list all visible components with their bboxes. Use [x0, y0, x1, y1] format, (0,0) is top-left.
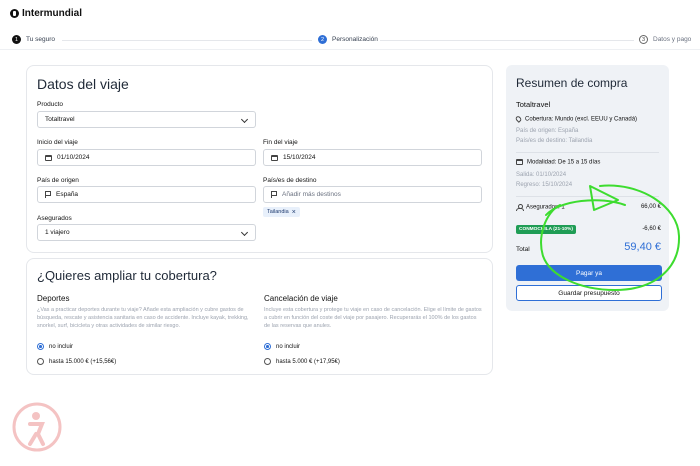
- modality-text: Modalidad: De 15 a 15 días: [527, 159, 601, 166]
- calendar-icon: [271, 154, 278, 161]
- radio-label: no incluir: [276, 343, 301, 350]
- cancellation-option-5000[interactable]: hasta 5.000 € (+17,95€): [264, 358, 340, 365]
- calendar-icon: [45, 154, 52, 161]
- summary-departure: Salida: 01/10/2024: [516, 172, 567, 178]
- flag-icon: [45, 191, 51, 198]
- trip-data-card: Datos del viaje Producto Totaltravel Ini…: [26, 65, 493, 253]
- discount-amount: -6,60 €: [642, 226, 661, 232]
- start-date-value: 01/10/2024: [57, 154, 90, 161]
- insured-text: Asegurados: 1: [526, 204, 565, 211]
- coverage-card: ¿Quieres ampliar tu cobertura? Deportes …: [26, 258, 493, 375]
- trip-title: Datos del viaje: [37, 76, 129, 92]
- destination-placeholder: Añadir más destinos: [282, 191, 341, 198]
- step-number: 1: [12, 35, 21, 44]
- radio-icon[interactable]: [37, 358, 44, 365]
- product-label: Producto: [37, 101, 64, 108]
- end-date-value: 15/10/2024: [283, 154, 316, 161]
- total-value: 59,40 €: [624, 241, 661, 253]
- summary-insured: Asegurados: 1: [516, 204, 565, 211]
- end-date-label: Fin del viaje: [263, 139, 298, 146]
- product-select[interactable]: Totaltravel: [37, 111, 256, 128]
- location-pin-icon: [514, 115, 523, 123]
- brand-logo[interactable]: Intermundial: [10, 8, 82, 19]
- end-date-field[interactable]: 15/10/2024: [263, 149, 482, 166]
- close-icon[interactable]: ×: [292, 209, 296, 216]
- pay-now-button[interactable]: Pagar ya: [516, 265, 662, 281]
- insured-select[interactable]: 1 viajero: [37, 224, 256, 241]
- radio-label: hasta 15.000 € (+15,56€): [49, 358, 117, 365]
- step-tu-seguro[interactable]: 1 Tu seguro: [12, 35, 55, 44]
- coverage-text: Cobertura: Mundo (excl. EEUU y Canadá): [525, 116, 638, 123]
- summary-coverage: Cobertura: Mundo (excl. EEUU y Canadá): [514, 115, 638, 123]
- step-label: Tu seguro: [26, 36, 56, 43]
- destination-input[interactable]: Añadir más destinos: [263, 186, 482, 203]
- cancellation-description: Incluye esta cobertura y protege tu viaj…: [264, 307, 482, 329]
- sports-title: Deportes: [37, 294, 70, 303]
- calendar-icon: [516, 159, 523, 165]
- cancellation-option-none[interactable]: no incluir: [264, 343, 300, 350]
- sports-option-15000[interactable]: hasta 15.000 € (+15,56€): [37, 358, 116, 365]
- purchase-summary: Resumen de compra Totaltravel Cobertura:…: [506, 65, 669, 311]
- brand-name: Intermundial: [22, 8, 83, 19]
- step-label: Datos y pago: [653, 36, 692, 43]
- step-personalizacion[interactable]: 2 Personalización: [318, 35, 378, 44]
- step-number: 3: [639, 35, 648, 44]
- cancellation-title: Cancelación de viaje: [264, 294, 338, 303]
- origin-field[interactable]: España: [37, 186, 256, 203]
- chip-label: Tailandia: [267, 209, 289, 215]
- step-number: 2: [318, 35, 327, 44]
- product-value: Totaltravel: [45, 116, 75, 123]
- save-quote-button[interactable]: Guardar presupuesto: [516, 285, 662, 301]
- logo-icon: [10, 9, 19, 18]
- summary-modality: Modalidad: De 15 a 15 días: [516, 159, 600, 166]
- chevron-down-icon: [240, 228, 249, 237]
- radio-label: no incluir: [49, 343, 74, 350]
- summary-product: Totaltravel: [516, 100, 551, 109]
- insured-price: 66,00 €: [640, 204, 661, 210]
- person-icon: [516, 204, 524, 211]
- insured-label: Asegurados: [37, 215, 72, 222]
- chevron-down-icon: [240, 115, 249, 124]
- insured-value: 1 viajero: [45, 229, 70, 236]
- sports-option-none[interactable]: no incluir: [37, 343, 73, 350]
- promo-code-badge: CONMOCHILA (21-10%): [516, 225, 576, 234]
- checkout-stepper: 1 Tu seguro 2 Personalización 3 Datos y …: [0, 32, 700, 50]
- step-label: Personalización: [332, 36, 378, 43]
- step-datos-pago[interactable]: 3 Datos y pago: [639, 35, 691, 44]
- summary-destination: País/es de destino: Tailandia: [516, 138, 593, 144]
- summary-title: Resumen de compra: [516, 76, 628, 90]
- origin-label: País de origen: [37, 177, 79, 184]
- radio-icon[interactable]: [264, 358, 271, 365]
- origin-value: España: [56, 191, 79, 198]
- destination-chip[interactable]: Tailandia ×: [263, 207, 300, 217]
- flag-icon: [271, 191, 277, 198]
- total-label: Total: [516, 246, 530, 253]
- destination-label: País/es de destino: [263, 177, 317, 184]
- summary-divider: [516, 196, 659, 197]
- sports-description: ¿Vas a practicar deportes durante tu via…: [37, 307, 249, 329]
- watermark-icon: [12, 402, 62, 452]
- summary-origin: País de origen: España: [516, 128, 579, 134]
- radio-selected-icon[interactable]: [264, 343, 271, 350]
- coverage-title: ¿Quieres ampliar tu cobertura?: [37, 268, 217, 283]
- radio-selected-icon[interactable]: [37, 343, 44, 350]
- step-connector: [62, 40, 312, 41]
- summary-return: Regreso: 15/10/2024: [516, 182, 573, 188]
- step-connector: [380, 40, 634, 41]
- summary-divider: [516, 152, 659, 153]
- start-date-field[interactable]: 01/10/2024: [37, 149, 256, 166]
- start-date-label: Inicio del viaje: [37, 139, 78, 146]
- radio-label: hasta 5.000 € (+17,95€): [276, 358, 340, 365]
